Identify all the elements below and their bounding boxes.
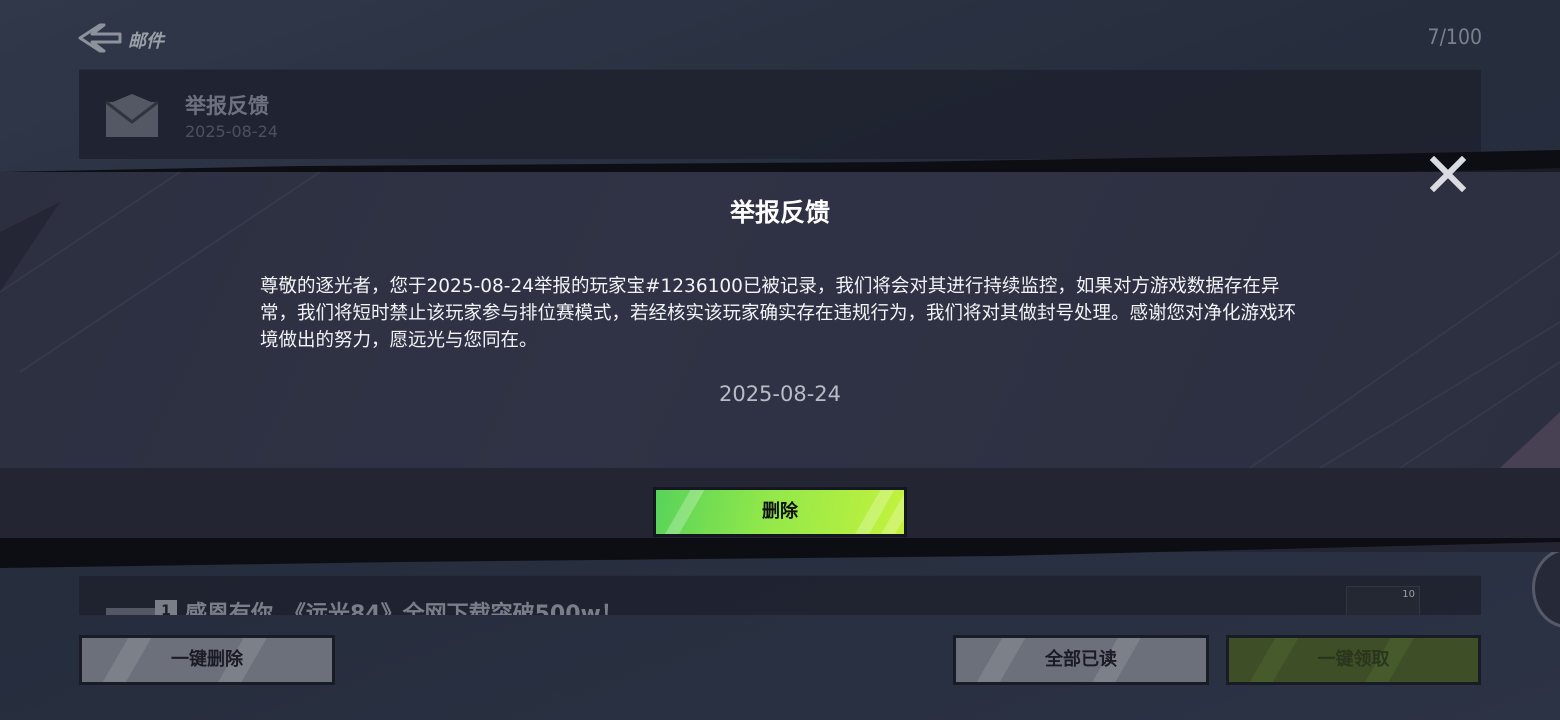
modal-message: 尊敬的逐光者，您于2025-08-24举报的玩家宝#1236100已被记录，我们…: [260, 276, 1297, 351]
close-icon[interactable]: [1430, 156, 1466, 192]
modal-date: 2025-08-24: [718, 382, 842, 406]
modal-title: 举报反馈: [729, 198, 830, 227]
modal-bottom-brush-edge: [0, 538, 1560, 568]
delete-button-label: 删除: [762, 501, 798, 522]
delete-button[interactable]: 删除: [653, 487, 907, 537]
